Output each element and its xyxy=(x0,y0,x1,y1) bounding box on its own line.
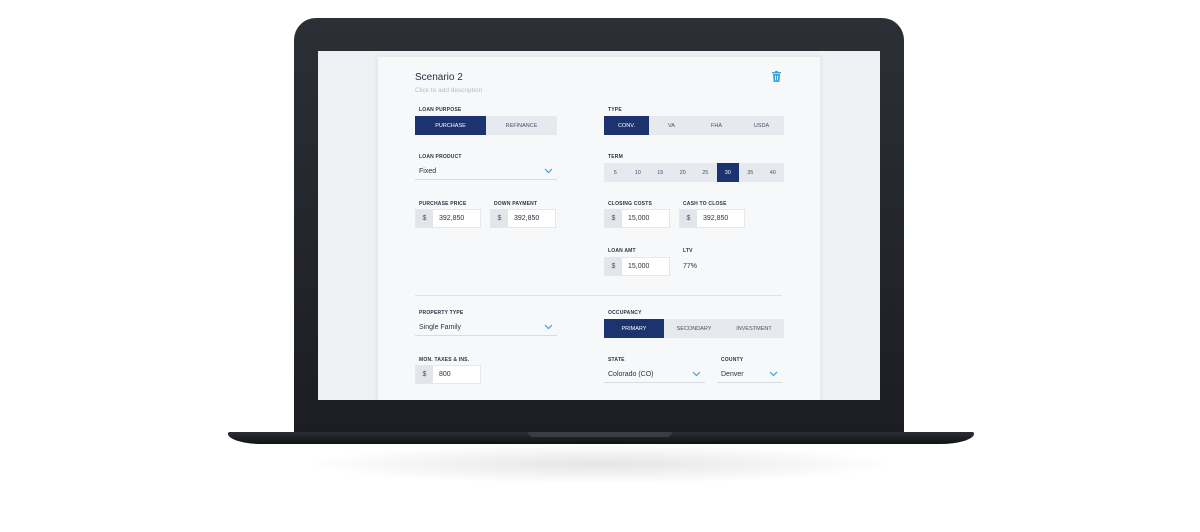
occupancy-secondary[interactable]: SECONDARY xyxy=(664,319,724,338)
ltv-value: 77% xyxy=(683,263,698,270)
dollar-icon: $ xyxy=(680,210,697,227)
term-option[interactable]: 15 xyxy=(649,163,672,182)
trash-icon[interactable] xyxy=(772,71,781,82)
term-option-selected[interactable]: 30 xyxy=(716,163,739,182)
dollar-icon: $ xyxy=(605,258,622,275)
loan-amt-field[interactable]: $ 15,000 xyxy=(604,257,670,276)
loan-product-label: LOAN PRODUCT xyxy=(419,154,462,160)
cash-to-close-field[interactable]: $ 392,850 xyxy=(679,209,745,228)
loan-amt-value: 15,000 xyxy=(628,263,650,270)
cash-to-close-value: 392,850 xyxy=(703,215,729,222)
chevron-down-icon xyxy=(692,371,701,377)
property-type-label: PROPERTY TYPE xyxy=(419,310,464,316)
type-usda[interactable]: USDA xyxy=(739,116,784,135)
loan-amt-label: LOAN AMT xyxy=(608,248,636,254)
property-type-value: Single Family xyxy=(419,323,462,331)
state-value: Colorado (CO) xyxy=(608,370,654,378)
laptop-notch xyxy=(528,432,672,437)
county-value: Denver xyxy=(721,370,744,378)
dollar-icon: $ xyxy=(605,210,622,227)
dollar-icon: $ xyxy=(491,210,508,227)
down-payment-field[interactable]: $ 392,850 xyxy=(490,209,556,228)
type-va[interactable]: VA xyxy=(649,116,694,135)
term-option[interactable]: 5 xyxy=(604,163,627,182)
purchase-price-field[interactable]: $ 392,850 xyxy=(415,209,481,228)
scenario-card: Scenario 2 Click to add description LOAN… xyxy=(378,57,820,400)
loan-product-select[interactable]: Fixed xyxy=(415,163,557,180)
dollar-icon: $ xyxy=(416,366,433,383)
occupancy-toggle: PRIMARY SECONDARY INVESTMENT xyxy=(604,319,784,338)
scenario-title[interactable]: Scenario 2 xyxy=(415,72,463,83)
type-conv[interactable]: CONV. xyxy=(604,116,649,135)
property-type-select[interactable]: Single Family xyxy=(415,319,557,336)
term-option[interactable]: 20 xyxy=(672,163,695,182)
type-toggle: CONV. VA FHA USDA xyxy=(604,116,784,135)
county-select[interactable]: Denver xyxy=(717,366,782,383)
occupancy-label: OCCUPANCY xyxy=(608,310,642,316)
laptop-screen: Scenario 2 Click to add description LOAN… xyxy=(318,51,880,400)
state-label: STATE xyxy=(608,357,625,363)
loan-purpose-refinance[interactable]: REFINANCE xyxy=(486,116,557,135)
occupancy-primary[interactable]: PRIMARY xyxy=(604,319,664,338)
taxes-ins-field[interactable]: $ 800 xyxy=(415,365,481,384)
occupancy-investment[interactable]: INVESTMENT xyxy=(724,319,784,338)
purchase-price-value: 392,850 xyxy=(439,215,465,222)
taxes-ins-label: MON. TAXES & INS. xyxy=(419,357,470,363)
closing-costs-field[interactable]: $ 15,000 xyxy=(604,209,670,228)
loan-purpose-purchase[interactable]: PURCHASE xyxy=(415,116,486,135)
county-label: COUNTY xyxy=(721,357,744,363)
down-payment-label: DOWN PAYMENT xyxy=(494,201,538,207)
laptop-shadow xyxy=(300,444,900,484)
term-toggle: 5 10 15 20 25 30 35 40 xyxy=(604,163,784,182)
type-label: TYPE xyxy=(608,107,622,113)
term-option[interactable]: 35 xyxy=(739,163,762,182)
term-option[interactable]: 40 xyxy=(762,163,785,182)
taxes-ins-value: 800 xyxy=(439,371,451,378)
term-option[interactable]: 10 xyxy=(627,163,650,182)
term-option[interactable]: 25 xyxy=(694,163,717,182)
chevron-down-icon xyxy=(769,371,778,377)
purchase-price-label: PURCHASE PRICE xyxy=(419,201,467,207)
loan-product-value: Fixed xyxy=(419,167,437,175)
dollar-icon: $ xyxy=(416,210,433,227)
section-divider xyxy=(415,295,782,296)
description-placeholder[interactable]: Click to add description xyxy=(415,87,482,94)
term-label: TERM xyxy=(608,154,623,160)
cash-to-close-label: CASH TO CLOSE xyxy=(683,201,727,207)
loan-purpose-toggle: PURCHASE REFINANCE xyxy=(415,116,557,135)
chevron-down-icon xyxy=(544,324,553,330)
closing-costs-label: CLOSING COSTS xyxy=(608,201,652,207)
down-payment-value: 392,850 xyxy=(514,215,540,222)
chevron-down-icon xyxy=(544,168,553,174)
type-fha[interactable]: FHA xyxy=(694,116,739,135)
ltv-label: LTV xyxy=(683,248,693,254)
state-select[interactable]: Colorado (CO) xyxy=(604,366,705,383)
loan-purpose-label: LOAN PURPOSE xyxy=(419,107,462,113)
closing-costs-value: 15,000 xyxy=(628,215,650,222)
